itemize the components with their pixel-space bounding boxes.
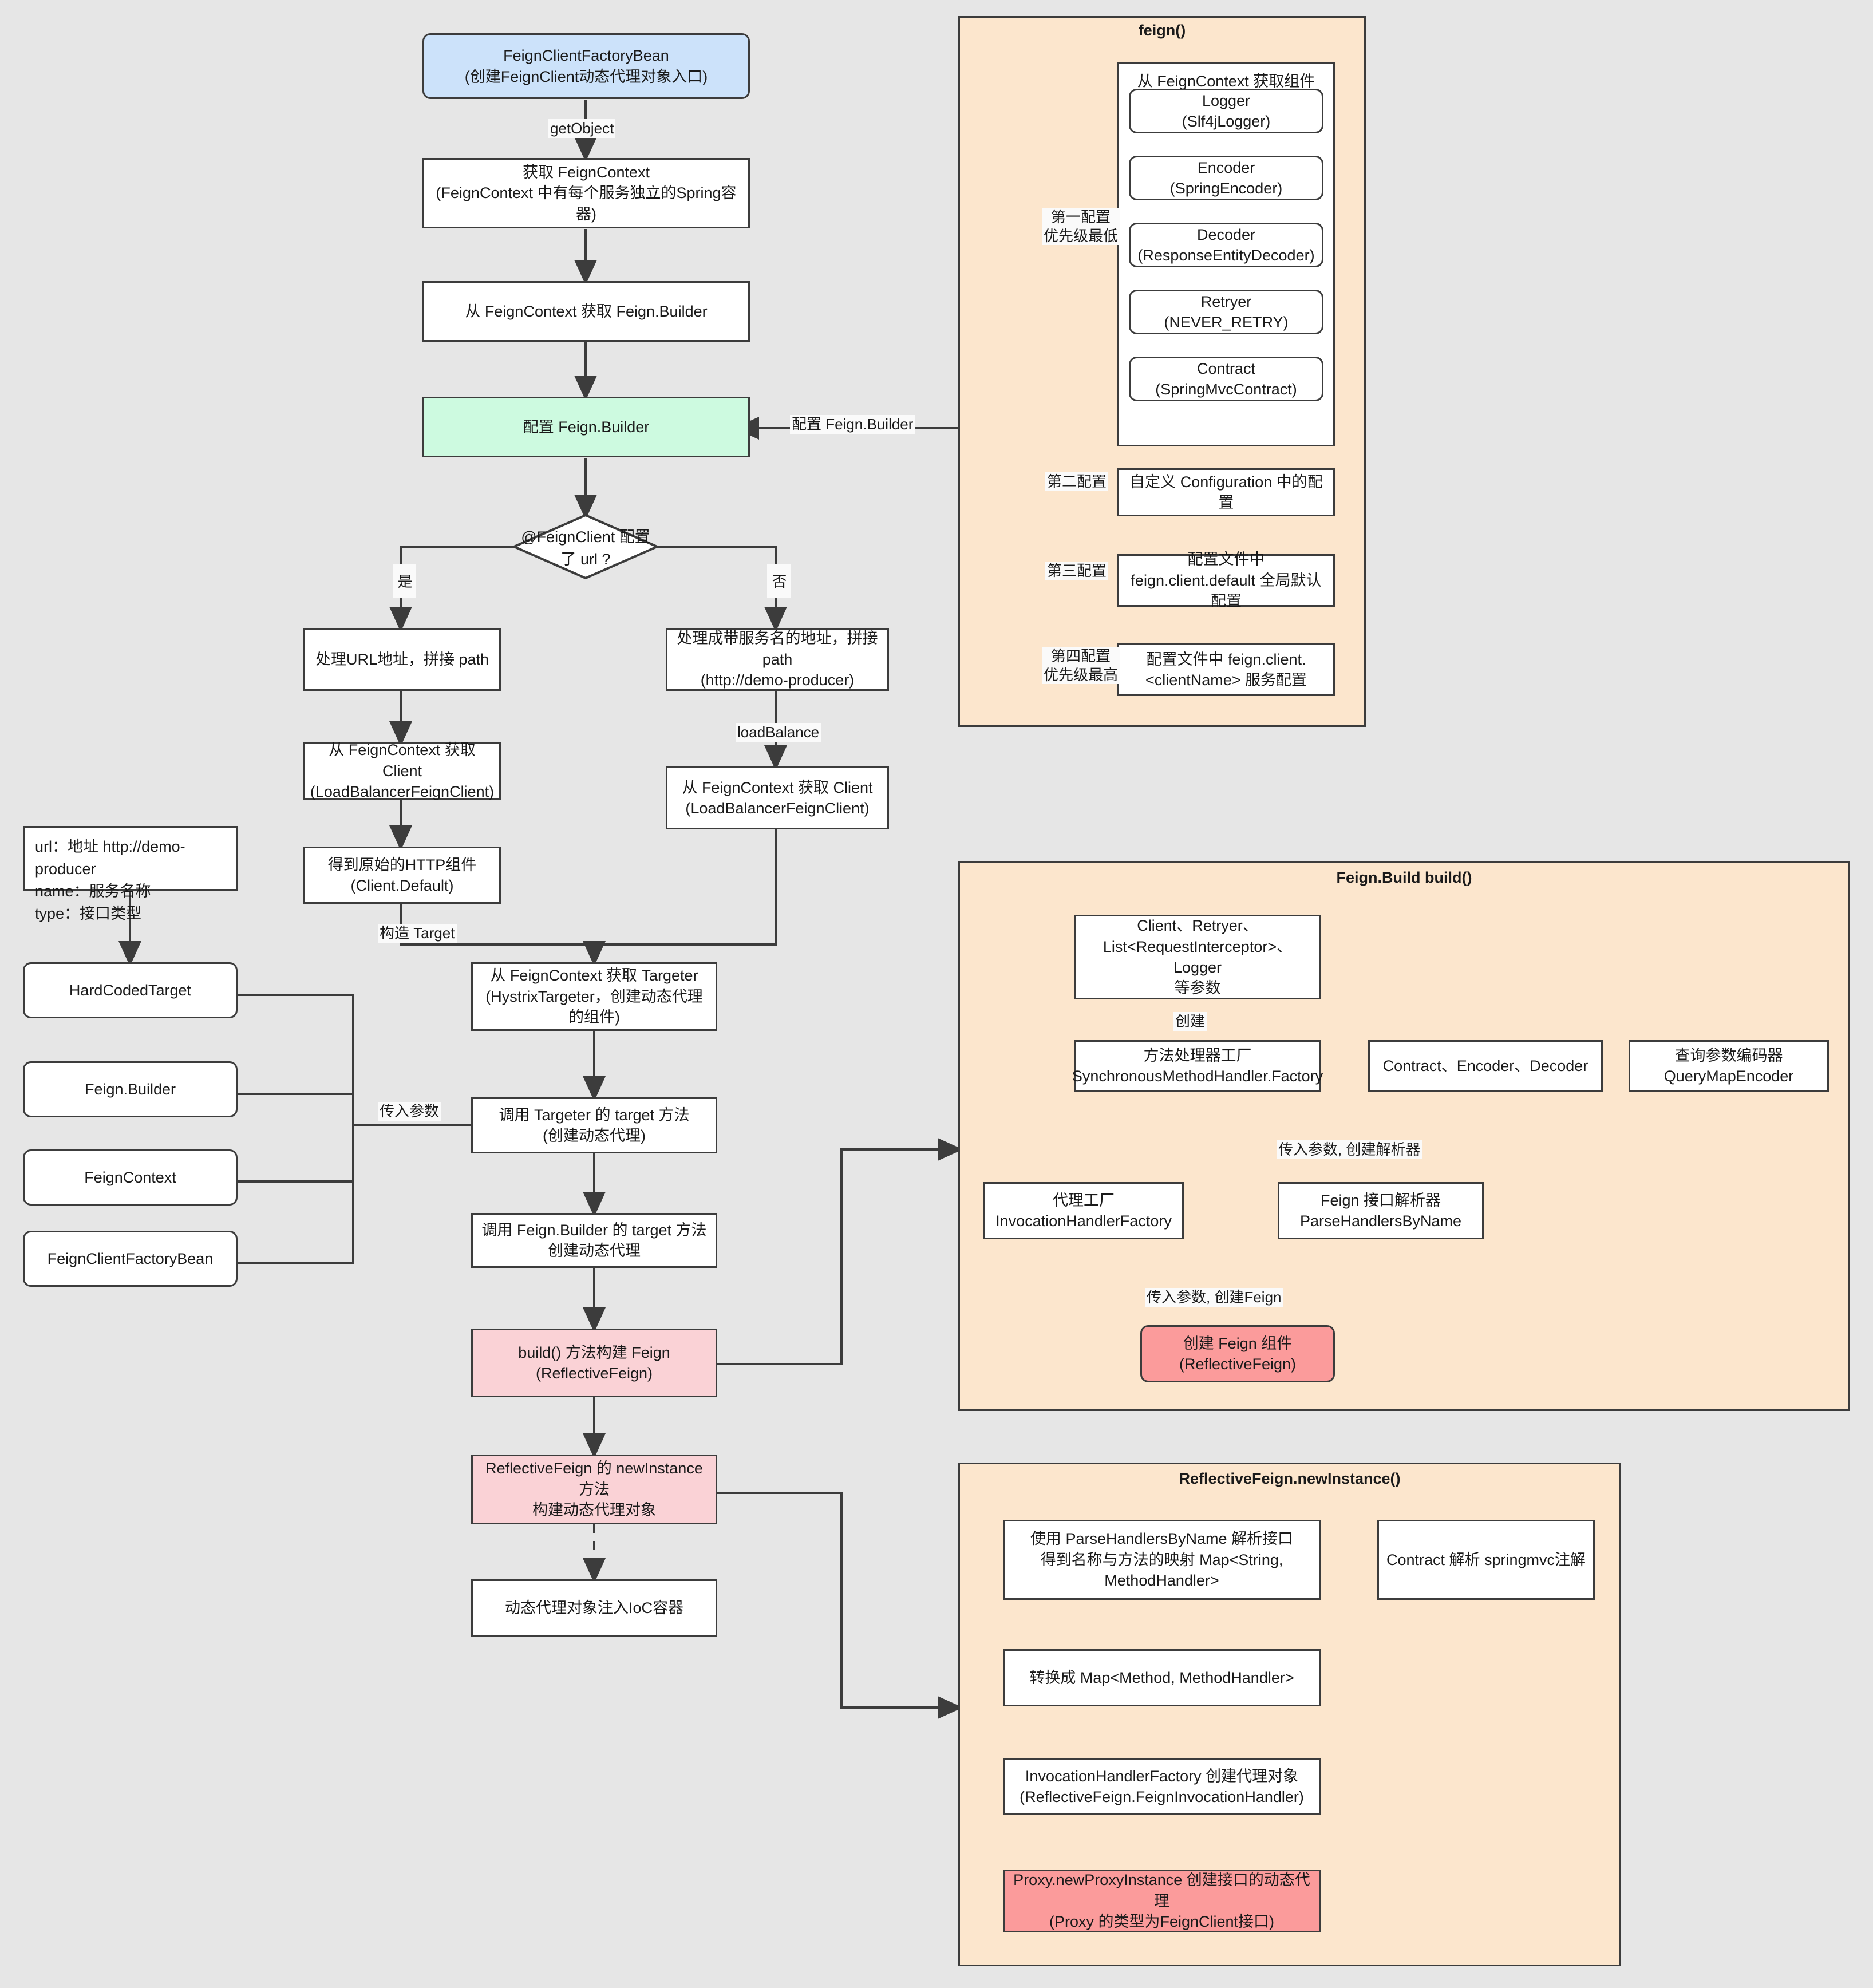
build-params-box[interactable]: Client、Retryer、 List<RequestInterceptor>… xyxy=(1074,915,1321,999)
component-logger[interactable]: Logger (Slf4jLogger) xyxy=(1129,89,1323,133)
component-retryer[interactable]: Retryer (NEVER_RETRY) xyxy=(1129,290,1323,334)
node-get-client-left[interactable]: 从 FeignContext 获取 Client (LoadBalancerFe… xyxy=(303,741,501,800)
newinstance-contract-parse[interactable]: Contract 解析 springmvc注解 xyxy=(1377,1520,1595,1600)
panel-feign-components-title: 从 FeignContext 获取组件 xyxy=(1137,73,1315,90)
node-get-targeter[interactable]: 从 FeignContext 获取 Targeter (HystrixTarge… xyxy=(471,962,717,1031)
build-handler-factory[interactable]: 方法处理器工厂 SynchronousMethodHandler.Factory xyxy=(1072,1040,1323,1092)
edge-label-no: 否 xyxy=(767,564,791,598)
box-feign-client-factory-bean-param[interactable]: FeignClientFactoryBean xyxy=(23,1231,238,1287)
node-handle-service-name-path[interactable]: 处理成带服务名的地址，拼接 path (http://demo-producer… xyxy=(666,628,889,691)
edge-label-config-feign-builder: 配置 Feign.Builder xyxy=(790,415,915,434)
edge-label-pass-params-parser: 传入参数, 创建解析器 xyxy=(1277,1140,1422,1159)
component-contract[interactable]: Contract (SpringMvcContract) xyxy=(1129,357,1323,401)
edge-label-get-object: getObject xyxy=(548,119,616,138)
node-build-feign[interactable]: build() 方法构建 Feign (ReflectiveFeign) xyxy=(471,1329,717,1397)
node-inject-ioc[interactable]: 动态代理对象注入IoC容器 xyxy=(471,1579,717,1637)
config-feign-client-default[interactable]: 配置文件中 feign.client.default 全局默认配置 xyxy=(1117,551,1335,610)
panel-feign-title: feign() xyxy=(1138,22,1186,39)
node-get-feign-context[interactable]: 获取 FeignContext (FeignContext 中有每个服务独立的S… xyxy=(422,158,750,228)
newinstance-convert-map[interactable]: 转换成 Map<Method, MethodHandler> xyxy=(1003,1649,1321,1706)
config-feign-client-name[interactable]: 配置文件中 feign.client. <clientName> 服务配置 xyxy=(1117,643,1335,696)
config-custom-configuration[interactable]: 自定义 Configuration 中的配置 xyxy=(1117,468,1335,516)
node-decision-url-configured[interactable]: @FeignClient 配置了 url ? xyxy=(514,515,657,578)
priority-label-third: 第三配置 xyxy=(1045,562,1109,580)
box-hard-coded-target[interactable]: HardCodedTarget xyxy=(23,962,238,1018)
edge-label-build-target: 构造 Target xyxy=(378,924,457,943)
node-handle-url-path[interactable]: 处理URL地址，拼接 path xyxy=(303,628,501,691)
edge-label-create: 创建 xyxy=(1173,1012,1207,1031)
panel-reflective-feign-new-instance-title: ReflectiveFeign.newInstance() xyxy=(1179,1470,1401,1487)
node-get-http-default[interactable]: 得到原始的HTTP组件 (Client.Default) xyxy=(303,847,501,904)
node-get-feign-builder[interactable]: 从 FeignContext 获取 Feign.Builder xyxy=(422,281,750,342)
build-parse-handlers-by-name[interactable]: Feign 接口解析器 ParseHandlersByName xyxy=(1278,1182,1484,1239)
newinstance-parse-interface[interactable]: 使用 ParseHandlersByName 解析接口 得到名称与方法的映射 M… xyxy=(1003,1520,1321,1600)
component-decoder[interactable]: Decoder (ResponseEntityDecoder) xyxy=(1129,223,1323,267)
node-config-feign-builder[interactable]: 配置 Feign.Builder xyxy=(422,397,750,457)
panel-feign-build-title: Feign.Build build() xyxy=(1336,869,1472,886)
decision-label: @FeignClient 配置了 url ? xyxy=(521,528,650,568)
newinstance-new-proxy-instance[interactable]: Proxy.newProxyInstance 创建接口的动态代理 (Proxy … xyxy=(1003,1870,1321,1932)
box-feign-context-param[interactable]: FeignContext xyxy=(23,1149,238,1206)
priority-label-fourth: 第四配置 优先级最高 xyxy=(1042,647,1120,684)
edge-label-pass-params: 传入参数 xyxy=(378,1102,441,1121)
edge-label-load-balance: loadBalance xyxy=(736,723,821,742)
newinstance-create-handler[interactable]: InvocationHandlerFactory 创建代理对象 (Reflect… xyxy=(1003,1758,1321,1815)
box-feign-builder-param[interactable]: Feign.Builder xyxy=(23,1061,238,1117)
node-call-targeter-target[interactable]: 调用 Targeter 的 target 方法 (创建动态代理) xyxy=(471,1097,717,1153)
node-feign-client-factory-bean[interactable]: FeignClientFactoryBean (创建FeignClient动态代… xyxy=(422,33,750,99)
diagram-canvas: FeignClientFactoryBean (创建FeignClient动态代… xyxy=(0,0,1873,1988)
build-invocation-handler-factory[interactable]: 代理工厂 InvocationHandlerFactory xyxy=(983,1182,1184,1239)
build-query-map-encoder[interactable]: 查询参数编码器 QueryMapEncoder xyxy=(1629,1040,1829,1092)
node-reflective-feign-new-instance[interactable]: ReflectiveFeign 的 newInstance 方法 构建动态代理对… xyxy=(471,1455,717,1524)
priority-label-first: 第一配置 优先级最低 xyxy=(1042,208,1120,245)
build-codecs[interactable]: Contract、Encoder、Decoder xyxy=(1368,1040,1603,1092)
node-call-builder-target[interactable]: 调用 Feign.Builder 的 target 方法创建动态代理 xyxy=(471,1213,717,1268)
edge-label-yes: 是 xyxy=(393,564,416,598)
box-target-info: url：地址 http://demo-producer name：服务名称 ty… xyxy=(23,826,238,922)
build-create-reflective-feign[interactable]: 创建 Feign 组件 (ReflectiveFeign) xyxy=(1140,1325,1335,1382)
node-get-client-right[interactable]: 从 FeignContext 获取 Client (LoadBalancerFe… xyxy=(666,766,889,829)
priority-label-second: 第二配置 xyxy=(1045,472,1109,491)
component-encoder[interactable]: Encoder (SpringEncoder) xyxy=(1129,156,1323,200)
edge-label-pass-params-feign: 传入参数, 创建Feign xyxy=(1145,1288,1283,1307)
